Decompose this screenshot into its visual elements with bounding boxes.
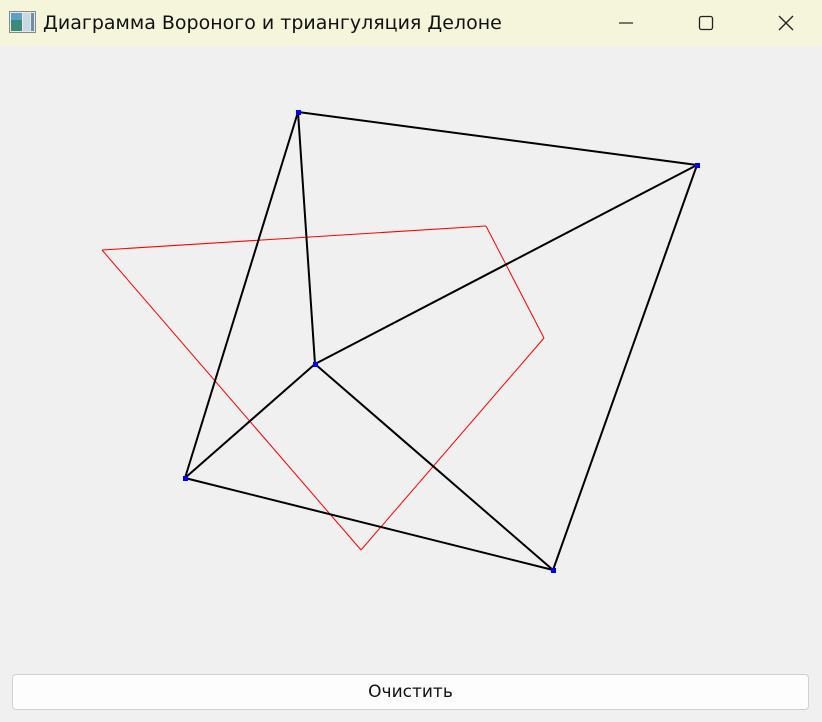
- site-point[interactable]: [695, 163, 700, 168]
- site-point[interactable]: [183, 476, 188, 481]
- drawing-canvas[interactable]: [0, 46, 822, 666]
- voronoi-edge: [485, 225, 545, 339]
- minimize-button[interactable]: [596, 0, 656, 46]
- delaunay-edge: [314, 164, 698, 365]
- delaunay-edge: [314, 363, 554, 571]
- delaunay-edge: [184, 363, 316, 479]
- window-title: Диаграмма Вороного и триангуляция Делоне: [43, 12, 502, 34]
- site-points: [183, 110, 700, 573]
- site-point[interactable]: [296, 110, 301, 115]
- clear-button[interactable]: Очистить: [12, 674, 809, 710]
- close-icon: [778, 15, 794, 31]
- voronoi-edge: [101, 225, 487, 251]
- delaunay-triangulation: [184, 111, 698, 571]
- minimize-icon: [619, 22, 633, 24]
- delaunay-edge: [552, 164, 698, 571]
- site-point[interactable]: [313, 362, 318, 367]
- voronoi-edge: [360, 337, 545, 551]
- voronoi-diagram: [101, 225, 545, 551]
- close-button[interactable]: [756, 0, 816, 46]
- delaunay-edge: [297, 111, 698, 166]
- delaunay-edge: [184, 111, 299, 479]
- maximize-button[interactable]: [676, 0, 736, 46]
- voronoi-edge: [101, 249, 362, 551]
- delaunay-edge: [184, 477, 554, 571]
- maximize-icon: [698, 15, 714, 31]
- site-point[interactable]: [551, 568, 556, 573]
- title-bar[interactable]: Диаграмма Вороного и триангуляция Делоне: [0, 0, 822, 46]
- app-icon: [9, 11, 36, 33]
- app-window: Диаграмма Вороного и триангуляция Делоне: [0, 0, 822, 722]
